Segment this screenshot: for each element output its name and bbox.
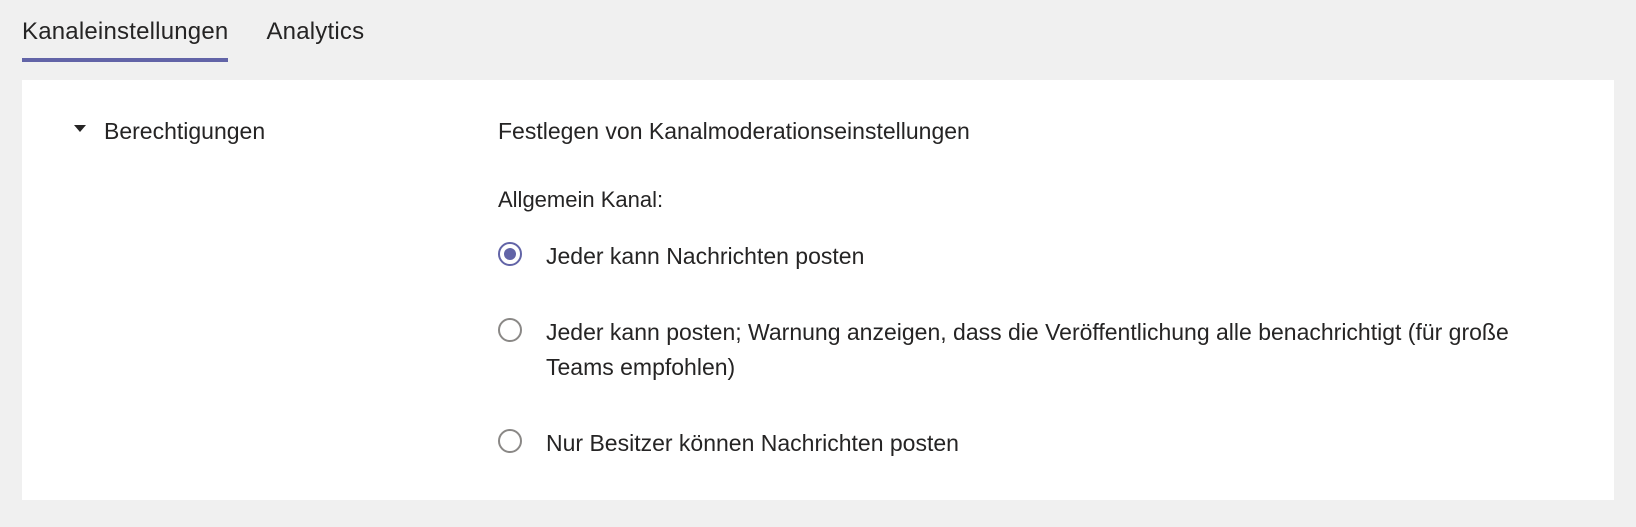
section-expand-toggle[interactable] xyxy=(74,125,90,132)
radio-label: Nur Besitzer können Nachrichten posten xyxy=(546,426,959,462)
radio-option-everyone-post[interactable]: Jeder kann Nachrichten posten xyxy=(498,239,1562,275)
section-title: Berechtigungen xyxy=(104,118,484,145)
chevron-down-icon xyxy=(74,125,86,132)
section-subtitle: Festlegen von Kanalmoderationseinstellun… xyxy=(498,118,1562,145)
permissions-section: Berechtigungen Festlegen von Kanalmodera… xyxy=(74,118,1562,462)
tabs-bar: Kanaleinstellungen Analytics xyxy=(0,0,1636,62)
radio-dot-icon xyxy=(504,248,516,260)
radio-label: Jeder kann posten; Warnung anzeigen, das… xyxy=(546,315,1536,386)
tab-channel-settings[interactable]: Kanaleinstellungen xyxy=(22,18,228,62)
radio-option-everyone-post-warning[interactable]: Jeder kann posten; Warnung anzeigen, das… xyxy=(498,315,1562,386)
tabs-row: Kanaleinstellungen Analytics xyxy=(22,18,1614,62)
radio-icon xyxy=(498,429,522,453)
settings-panel: Berechtigungen Festlegen von Kanalmodera… xyxy=(22,80,1614,500)
moderation-radio-group: Jeder kann Nachrichten posten Jeder kann… xyxy=(498,239,1562,462)
channel-label: Allgemein Kanal: xyxy=(498,187,1562,213)
radio-icon xyxy=(498,318,522,342)
radio-label: Jeder kann Nachrichten posten xyxy=(546,239,864,275)
section-content: Festlegen von Kanalmoderationseinstellun… xyxy=(498,118,1562,462)
tab-analytics[interactable]: Analytics xyxy=(266,18,364,62)
radio-icon xyxy=(498,242,522,266)
radio-option-owners-only[interactable]: Nur Besitzer können Nachrichten posten xyxy=(498,426,1562,462)
